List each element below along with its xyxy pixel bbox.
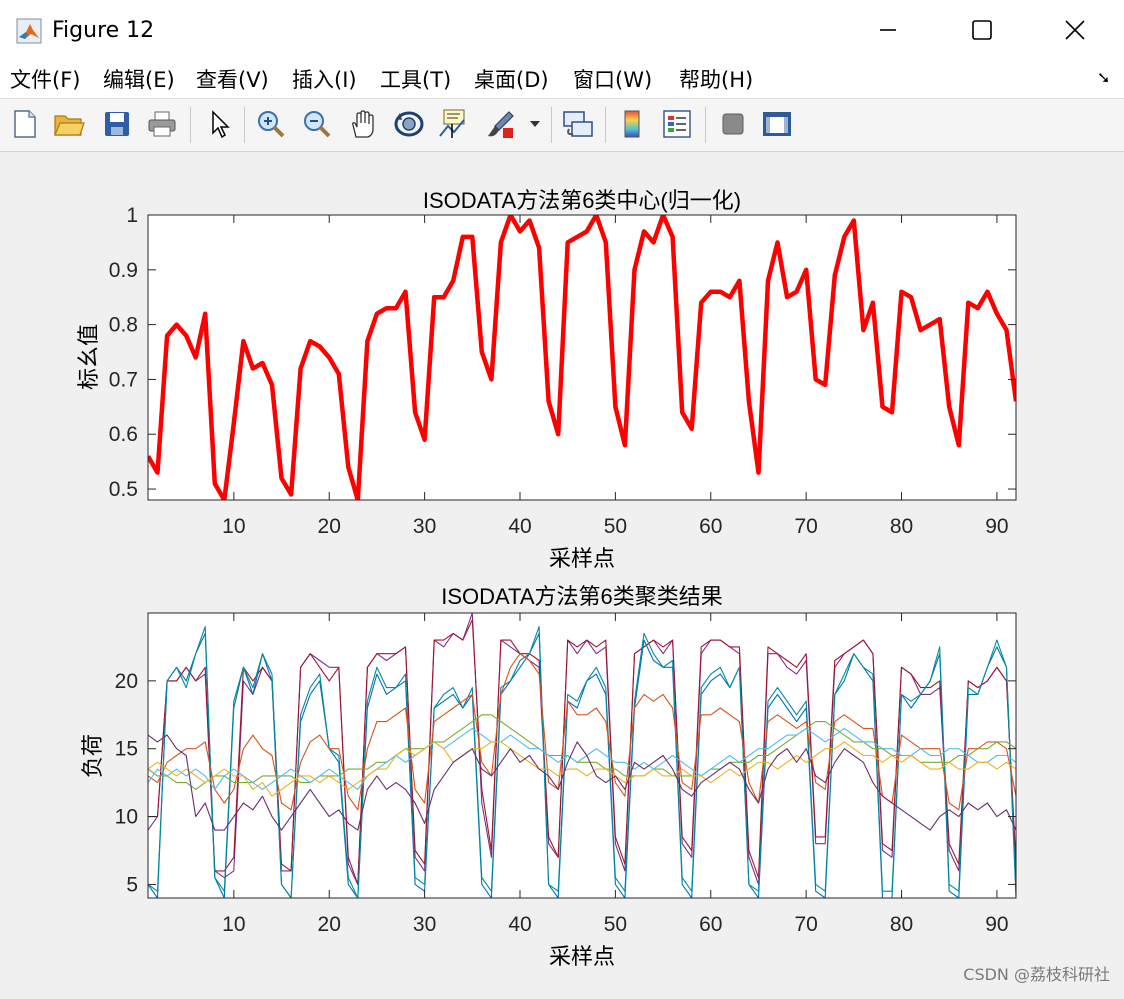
y-tick-label: 15 bbox=[115, 738, 138, 761]
menu-window[interactable]: 窗口(W) bbox=[573, 66, 652, 94]
close-icon bbox=[1065, 20, 1085, 40]
x-tick-label: 50 bbox=[604, 913, 627, 936]
new-figure-icon bbox=[14, 110, 36, 138]
y-tick-label: 0.7 bbox=[109, 368, 138, 391]
legend-icon bbox=[663, 110, 691, 138]
figure-canvas: ISODATA方法第6类中心(归一化) 10 20 30 40 50 60 70 80 90 0.… bbox=[0, 152, 1124, 995]
x-tick-label: 70 bbox=[794, 913, 817, 936]
menu-desktop[interactable]: 桌面(D) bbox=[474, 66, 549, 94]
window-title: Figure 12 bbox=[52, 18, 155, 43]
y-tick-label: 0.8 bbox=[109, 314, 138, 337]
link-plot-icon bbox=[563, 111, 593, 137]
hide-plot-tools-button[interactable] bbox=[716, 107, 750, 141]
open-file-icon bbox=[54, 115, 85, 136]
menu-file[interactable]: 文件(F) bbox=[10, 66, 80, 94]
x-tick-label: 40 bbox=[508, 913, 531, 936]
x-tick-label: 40 bbox=[508, 515, 531, 538]
show-plot-tools-button[interactable] bbox=[760, 107, 794, 141]
pan-hand-icon bbox=[352, 110, 374, 138]
maximize-icon bbox=[972, 20, 992, 40]
watermark-text: CSDN @荔枝科研社 bbox=[963, 965, 1110, 984]
x-tick-label: 80 bbox=[890, 913, 913, 936]
x-tick-label: 20 bbox=[318, 515, 341, 538]
brush-dropdown-icon bbox=[530, 121, 540, 127]
y-tick-label: 0.5 bbox=[109, 478, 138, 501]
save-button[interactable] bbox=[100, 107, 134, 141]
y-tick-label: 1 bbox=[126, 204, 138, 227]
y-axis-label: 标幺值 bbox=[76, 324, 101, 390]
pointer-button[interactable] bbox=[203, 107, 237, 141]
matlab-logo-icon bbox=[16, 18, 42, 44]
data-cursor-icon bbox=[439, 109, 465, 138]
y-tick-label: 0.6 bbox=[109, 423, 138, 446]
save-icon bbox=[105, 112, 129, 136]
plot-background bbox=[148, 613, 1016, 898]
window-titlebar: Figure 12 bbox=[0, 0, 1124, 62]
toolbar-separator bbox=[244, 107, 245, 143]
brush-button[interactable] bbox=[484, 107, 518, 141]
open-file-button[interactable] bbox=[52, 107, 86, 141]
zoom-in-icon bbox=[258, 111, 285, 138]
toolbar-separator bbox=[190, 107, 191, 143]
x-tick-label: 10 bbox=[222, 515, 245, 538]
x-tick-label: 20 bbox=[318, 913, 341, 936]
new-figure-button[interactable] bbox=[8, 107, 42, 141]
data-cursor-button[interactable] bbox=[437, 107, 471, 141]
x-tick-label: 90 bbox=[985, 913, 1008, 936]
axes-cluster-result[interactable]: ISODATA方法第6类聚类结果 10 20 30 40 50 60 70 80 90 5 10 15… bbox=[80, 584, 1017, 969]
colorbar-icon bbox=[624, 110, 640, 138]
print-icon bbox=[148, 111, 176, 137]
x-axis-label: 采样点 bbox=[549, 546, 615, 571]
rotate-3d-icon bbox=[394, 111, 424, 137]
axes-center-normalized[interactable]: ISODATA方法第6类中心(归一化) 10 20 30 40 50 60 70 80 90 0.… bbox=[76, 188, 1017, 571]
axes-title: ISODATA方法第6类聚类结果 bbox=[441, 584, 723, 609]
colorbar-button[interactable] bbox=[615, 107, 649, 141]
x-tick-label: 30 bbox=[413, 913, 436, 936]
show-plot-tools-icon bbox=[763, 112, 791, 136]
menu-edit[interactable]: 编辑(E) bbox=[103, 66, 175, 94]
zoom-in-button[interactable] bbox=[254, 107, 288, 141]
menu-bar: 文件(F) 编辑(E) 查看(V) 插入(I) 工具(T) 桌面(D) 窗口(W… bbox=[0, 62, 1124, 99]
print-button[interactable] bbox=[145, 107, 179, 141]
x-tick-label: 50 bbox=[604, 515, 627, 538]
axes-title: ISODATA方法第6类中心(归一化) bbox=[423, 188, 741, 213]
maximize-button[interactable] bbox=[952, 8, 1012, 52]
menu-help[interactable]: 帮助(H) bbox=[679, 66, 753, 94]
y-axis-label: 负荷 bbox=[80, 734, 105, 778]
dock-arrow-icon[interactable]: ➘ bbox=[1097, 68, 1110, 87]
y-tick-label: 10 bbox=[115, 806, 138, 829]
y-tick-label: 0.9 bbox=[109, 259, 138, 282]
zoom-out-icon bbox=[304, 111, 331, 138]
y-tick-label: 20 bbox=[115, 670, 138, 693]
menu-insert[interactable]: 插入(I) bbox=[292, 66, 357, 94]
minimize-button[interactable] bbox=[858, 8, 918, 52]
pan-button[interactable] bbox=[346, 107, 380, 141]
x-tick-label: 80 bbox=[890, 515, 913, 538]
rotate-3d-button[interactable] bbox=[392, 107, 426, 141]
x-tick-label: 60 bbox=[699, 913, 722, 936]
x-tick-label: 70 bbox=[794, 515, 817, 538]
x-tick-label: 10 bbox=[222, 913, 245, 936]
menu-view[interactable]: 查看(V) bbox=[196, 66, 269, 94]
x-axis-label: 采样点 bbox=[549, 944, 615, 969]
x-tick-label: 30 bbox=[413, 515, 436, 538]
legend-button[interactable] bbox=[660, 107, 694, 141]
x-tick-label: 60 bbox=[699, 515, 722, 538]
toolbar-separator bbox=[605, 107, 606, 143]
close-button[interactable] bbox=[1045, 8, 1105, 52]
x-tick-label: 90 bbox=[985, 515, 1008, 538]
minimize-icon bbox=[880, 29, 896, 31]
toolbar-separator bbox=[551, 107, 552, 143]
zoom-out-button[interactable] bbox=[300, 107, 334, 141]
figure-toolbar bbox=[0, 99, 1124, 152]
toolbar-separator bbox=[705, 107, 706, 143]
hide-plot-tools-icon bbox=[722, 113, 744, 135]
figure-plot-svg: ISODATA方法第6类中心(归一化) 10 20 30 40 50 60 70 80 90 0.… bbox=[76, 188, 1017, 969]
brush-dropdown-button[interactable] bbox=[524, 107, 546, 141]
y-tick-label: 5 bbox=[126, 873, 138, 896]
menu-tools[interactable]: 工具(T) bbox=[380, 66, 451, 94]
link-plot-button[interactable] bbox=[561, 107, 595, 141]
pointer-icon bbox=[212, 110, 230, 139]
brush-icon bbox=[488, 111, 514, 138]
